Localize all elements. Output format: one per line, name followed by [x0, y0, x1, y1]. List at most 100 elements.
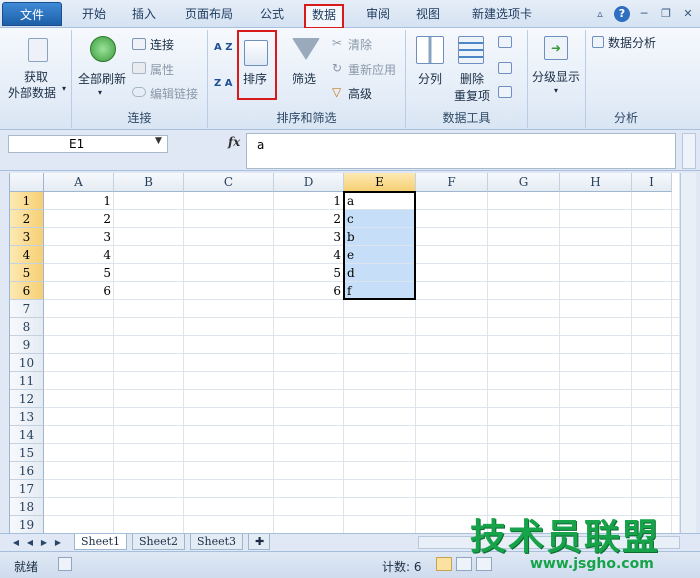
close-icon[interactable]: ✕: [680, 6, 696, 22]
formula-input[interactable]: a: [246, 133, 676, 169]
row-header[interactable]: 12: [10, 390, 44, 408]
clear-button[interactable]: 清除: [348, 36, 372, 53]
text-to-columns-button[interactable]: 分列: [418, 70, 442, 87]
column-header-f[interactable]: F: [416, 173, 488, 192]
outline-button[interactable]: 分级显示: [532, 68, 580, 85]
row-header[interactable]: 15: [10, 444, 44, 462]
cell-a3[interactable]: 3: [44, 228, 114, 246]
column-header-c[interactable]: C: [184, 173, 274, 192]
row-header[interactable]: 9: [10, 336, 44, 354]
connections-button[interactable]: 连接: [150, 36, 174, 53]
tab-review[interactable]: 审阅: [356, 4, 400, 26]
tab-data[interactable]: 数据: [304, 4, 344, 29]
chevron-down-icon[interactable]: ▼: [155, 136, 162, 146]
refresh-all-button[interactable]: 全部刷新: [78, 70, 126, 87]
cell-a6[interactable]: 6: [44, 282, 114, 300]
column-header-e[interactable]: E: [344, 173, 416, 192]
help-icon[interactable]: ?: [614, 6, 630, 22]
select-all-corner[interactable]: [10, 173, 44, 192]
row-header[interactable]: 10: [10, 354, 44, 372]
row-header[interactable]: 17: [10, 480, 44, 498]
next-sheet-icon[interactable]: ▶: [38, 537, 50, 548]
data-validation-icon[interactable]: [498, 36, 512, 48]
get-external-label-1[interactable]: 获取: [24, 68, 48, 85]
insert-function-icon[interactable]: fx: [228, 135, 240, 149]
get-external-label-2[interactable]: 外部数据: [8, 84, 56, 101]
consolidate-icon[interactable]: [498, 62, 512, 74]
properties-button[interactable]: 属性: [150, 61, 174, 78]
page-break-view-icon[interactable]: [476, 557, 492, 571]
normal-view-icon[interactable]: [436, 557, 452, 571]
sheet-tab-3[interactable]: Sheet3: [190, 534, 244, 550]
formula-bar-scroll[interactable]: [682, 133, 696, 169]
tab-page-layout[interactable]: 页面布局: [176, 4, 242, 26]
sheet-tab-2[interactable]: Sheet2: [132, 534, 186, 550]
row-header[interactable]: 2: [10, 210, 44, 228]
prev-sheet-icon[interactable]: ◀: [24, 537, 36, 548]
column-header-g[interactable]: G: [488, 173, 560, 192]
cell-d4[interactable]: 4: [274, 246, 344, 264]
edit-links-button[interactable]: 编辑链接: [150, 85, 198, 102]
minimize-icon[interactable]: ─: [636, 6, 652, 22]
row-header[interactable]: 7: [10, 300, 44, 318]
remove-duplicates-button-1[interactable]: 删除: [460, 70, 484, 87]
dropdown-arrow-icon[interactable]: ▾: [554, 86, 558, 95]
last-sheet-icon[interactable]: ▶: [52, 537, 64, 548]
page-layout-view-icon[interactable]: [456, 557, 472, 571]
cell-d1[interactable]: 1: [274, 192, 344, 210]
reapply-button[interactable]: 重新应用: [348, 61, 396, 78]
tab-file[interactable]: 文件: [2, 2, 62, 26]
first-sheet-icon[interactable]: ◀: [10, 537, 22, 548]
restore-icon[interactable]: ❐: [658, 6, 674, 22]
tab-view[interactable]: 视图: [406, 4, 450, 26]
cell-a4[interactable]: 4: [44, 246, 114, 264]
advanced-button[interactable]: 高级: [348, 85, 372, 102]
tab-home[interactable]: 开始: [72, 4, 116, 26]
gridline: [44, 425, 679, 426]
tab-formulas[interactable]: 公式: [250, 4, 294, 26]
horizontal-scrollbar[interactable]: [418, 536, 680, 549]
macro-record-icon[interactable]: [58, 557, 72, 571]
chevron-up-icon[interactable]: ▵: [592, 6, 608, 22]
column-header-i[interactable]: I: [632, 173, 672, 192]
what-if-icon[interactable]: [498, 86, 512, 98]
tab-insert[interactable]: 插入: [122, 4, 166, 26]
row-header[interactable]: 16: [10, 462, 44, 480]
row-header[interactable]: 13: [10, 408, 44, 426]
sort-za-button[interactable]: Z A: [214, 78, 232, 89]
row-header[interactable]: 14: [10, 426, 44, 444]
tab-new-tab[interactable]: 新建选项卡: [460, 4, 544, 26]
column-header-b[interactable]: B: [114, 173, 184, 192]
cell-d6[interactable]: 6: [274, 282, 344, 300]
row-header[interactable]: 6: [10, 282, 44, 300]
cell-a1[interactable]: 1: [44, 192, 114, 210]
row-header[interactable]: 4: [10, 246, 44, 264]
worksheet-grid[interactable]: A B C D E F G H I 1 2 3 4 5 6 7 8 9 10 11 12 13 14 15 16 17 18 19 1 2…: [9, 173, 679, 533]
dropdown-arrow-icon[interactable]: ▾: [62, 84, 66, 93]
dropdown-arrow-icon[interactable]: ▾: [98, 88, 102, 97]
row-header[interactable]: 8: [10, 318, 44, 336]
row-header[interactable]: 1: [10, 192, 44, 210]
sort-az-button[interactable]: A Z: [214, 42, 232, 53]
sheet-tab-1[interactable]: Sheet1: [74, 534, 128, 550]
cell-d2[interactable]: 2: [274, 210, 344, 228]
cell-d3[interactable]: 3: [274, 228, 344, 246]
cell-a2[interactable]: 2: [44, 210, 114, 228]
row-header[interactable]: 3: [10, 228, 44, 246]
column-header-a[interactable]: A: [44, 173, 114, 192]
cell-a5[interactable]: 5: [44, 264, 114, 282]
data-analysis-button[interactable]: 数据分析: [608, 34, 656, 51]
column-header-h[interactable]: H: [560, 173, 632, 192]
remove-duplicates-icon: [458, 36, 484, 64]
cell-d5[interactable]: 5: [274, 264, 344, 282]
remove-duplicates-button-2[interactable]: 重复项: [454, 87, 490, 104]
row-header[interactable]: 19: [10, 516, 44, 533]
row-header[interactable]: 5: [10, 264, 44, 282]
row-header[interactable]: 18: [10, 498, 44, 516]
name-box[interactable]: E1: [8, 135, 168, 153]
row-header[interactable]: 11: [10, 372, 44, 390]
vertical-scrollbar[interactable]: [680, 173, 696, 533]
filter-button[interactable]: 筛选: [292, 70, 316, 87]
insert-sheet-icon[interactable]: ✚: [248, 534, 270, 550]
column-header-d[interactable]: D: [274, 173, 344, 192]
